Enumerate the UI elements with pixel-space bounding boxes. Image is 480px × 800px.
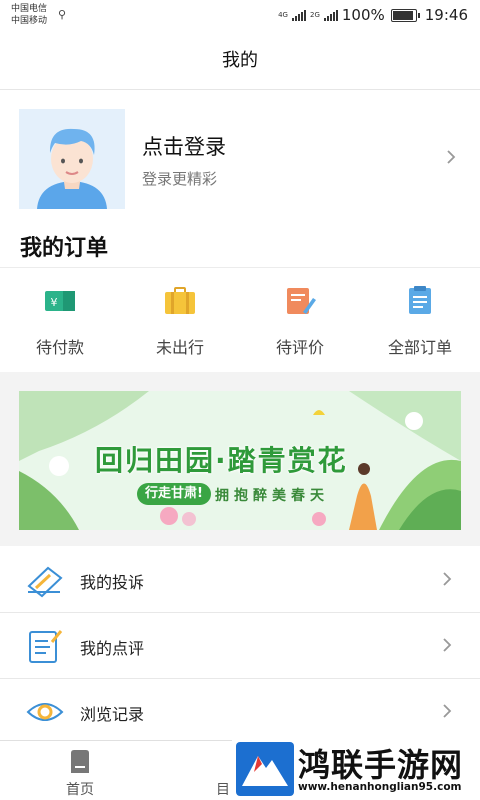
order-label: 未出行 [155, 338, 204, 357]
tab-home[interactable]: 首页 [40, 741, 120, 800]
signal-1-icon [291, 9, 306, 21]
carrier-1: 中国电信 [11, 4, 48, 14]
orders-row: ¥ 待付款 未出行 待评价 全部订单 [0, 267, 480, 371]
battery-percent: 100% [341, 6, 385, 24]
profile-login-row[interactable]: 点击登录 登录更精彩 [0, 91, 480, 221]
page-title: 我的 [0, 32, 480, 90]
menu-item-complaints[interactable]: 我的投诉 [0, 547, 480, 613]
note-pen-icon [287, 288, 316, 314]
watermark-url: www.henanhonglian95.com [298, 781, 462, 793]
status-right: 4G 2G 100% 19:46 [278, 6, 468, 24]
svg-text:¥: ¥ [51, 296, 58, 309]
eye-icon [26, 703, 64, 721]
carrier-info: 中国电信 中国移动 [11, 3, 47, 27]
login-subtitle: 登录更精彩 [142, 170, 218, 188]
carrier-2: 中国移动 [11, 16, 48, 26]
avatar[interactable] [19, 109, 125, 209]
watermark-text: 鸿联手游网 [298, 746, 464, 784]
signal-2-icon [323, 9, 338, 21]
menu-list: 我的投诉 我的点评 浏览记录 [0, 547, 480, 745]
banner-title: 回归田园·踏青赏花 [95, 444, 348, 477]
watermark: 鸿联手游网 www.henanhonglian95.com [232, 738, 480, 800]
orders-list-icon [409, 286, 431, 314]
orders-title: 我的订单 [20, 236, 109, 261]
login-title[interactable]: 点击登录 [142, 131, 226, 161]
order-pending-payment[interactable]: ¥ 待付款 [0, 268, 120, 371]
usb-icon: ⚲ [58, 8, 67, 21]
banner-subtitle: 拥抱醉美春天 [215, 488, 329, 504]
review-icon [29, 630, 63, 663]
battery-fill [392, 10, 413, 20]
chevron-right-icon [443, 638, 452, 652]
watermark-logo [236, 742, 294, 796]
menu-label: 我的投诉 [80, 573, 145, 592]
chevron-right-icon [443, 572, 452, 586]
order-not-traveled[interactable]: 未出行 [120, 268, 240, 371]
promo-banner[interactable]: 回归田园·踏青赏花 行走甘肃! 拥抱醉美春天 [19, 391, 461, 530]
banner-tag: 行走甘肃! [137, 483, 211, 505]
net-type-1: 4G [278, 10, 288, 19]
menu-label: 浏览记录 [80, 705, 145, 724]
order-to-review[interactable]: 待评价 [240, 268, 360, 371]
order-label: 全部订单 [387, 338, 452, 357]
menu-item-history[interactable]: 浏览记录 [0, 679, 480, 745]
menu-label: 我的点评 [80, 639, 145, 658]
avatar-placeholder-icon [37, 128, 107, 209]
order-label: 待付款 [35, 338, 84, 357]
net-type-2: 2G [309, 10, 320, 19]
chevron-right-icon [443, 704, 452, 718]
menu-item-reviews[interactable]: 我的点评 [0, 613, 480, 679]
clock: 19:46 [424, 6, 468, 24]
ticket-icon: ¥ [45, 291, 75, 311]
battery-icon [390, 8, 420, 22]
suitcase-icon [165, 287, 195, 314]
home-icon [71, 750, 89, 773]
complaint-icon [27, 566, 63, 598]
chevron-right-icon [447, 150, 456, 164]
order-all[interactable]: 全部订单 [360, 268, 480, 371]
tab-label: 首页 [66, 782, 94, 798]
status-bar: 中国电信 中国移动 ⚲ 4G 2G 100% 19:46 [0, 0, 480, 32]
order-label: 待评价 [275, 338, 324, 357]
